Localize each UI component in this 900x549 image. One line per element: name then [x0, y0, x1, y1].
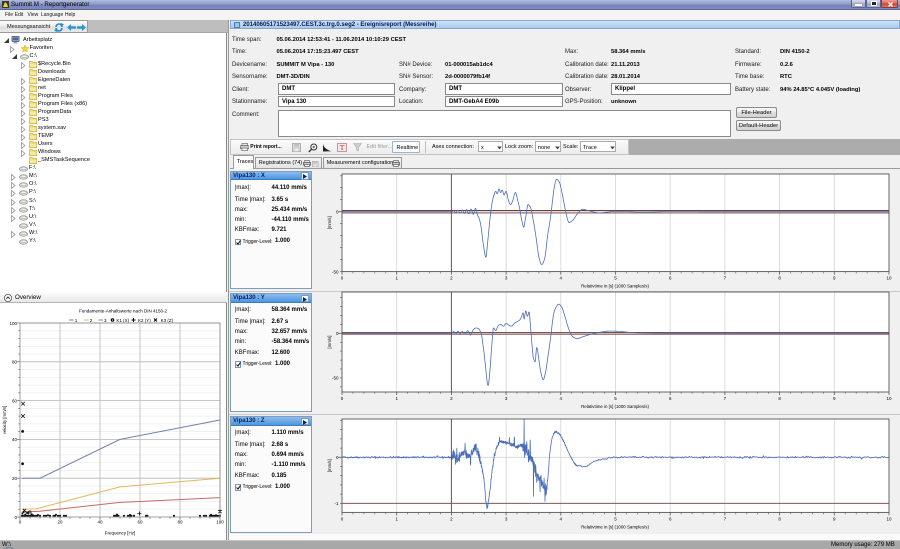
svg-text:100: 100	[9, 321, 17, 326]
svg-text:60: 60	[12, 398, 18, 403]
svg-text:60: 60	[137, 520, 143, 525]
svg-text:20: 20	[57, 520, 63, 525]
svg-text:0: 0	[14, 515, 17, 520]
svg-text:40: 40	[97, 520, 103, 525]
svg-text:Fundamente-Anhaltswerte nach D: Fundamente-Anhaltswerte nach DIN 4150-2	[79, 309, 168, 314]
svg-text:3: 3	[104, 318, 107, 323]
svg-text:Frequency [Hz]: Frequency [Hz]	[105, 531, 136, 536]
svg-text:K1 (X): K1 (X)	[116, 318, 129, 323]
svg-text:K3 (Z): K3 (Z)	[161, 318, 174, 323]
svg-text:40: 40	[12, 437, 18, 442]
svg-text:K2 (Y): K2 (Y)	[138, 318, 151, 323]
svg-text:80: 80	[12, 360, 18, 365]
svg-text:0: 0	[19, 520, 22, 525]
svg-text:20: 20	[12, 476, 18, 481]
svg-text:100: 100	[216, 520, 224, 525]
svg-text:2: 2	[90, 318, 93, 323]
svg-text:velocity [mm/s]: velocity [mm/s]	[2, 406, 7, 434]
svg-text:1: 1	[75, 318, 78, 323]
svg-text:T: T	[340, 143, 345, 152]
svg-text:80: 80	[177, 520, 183, 525]
